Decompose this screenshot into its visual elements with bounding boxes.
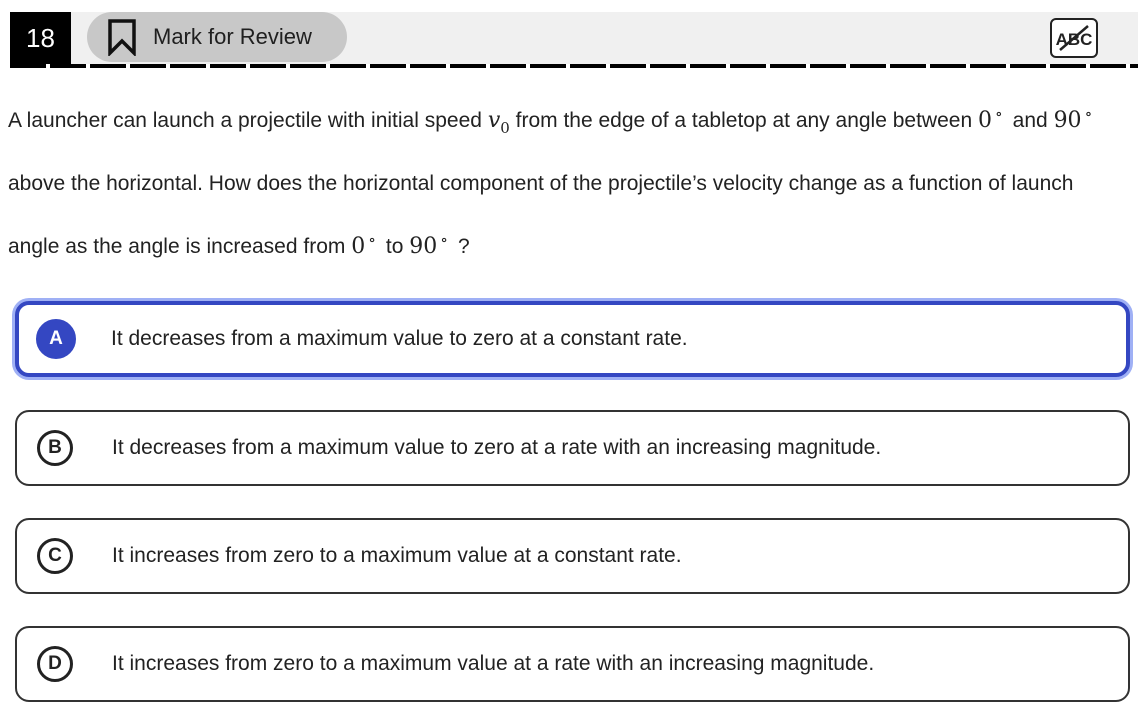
answer-option-c[interactable]: C It increases from zero to a maximum va… [15, 518, 1130, 594]
option-text-c: It increases from zero to a maximum valu… [112, 544, 682, 567]
option-letter-c: C [37, 538, 73, 574]
question-page: 18 Mark for Review ABC A launcher can la… [0, 0, 1138, 708]
answer-option-b[interactable]: B It decreases from a maximum value to z… [15, 410, 1130, 486]
strikethrough-abc-icon: ABC [1056, 25, 1092, 51]
option-letter-a: A [36, 319, 76, 359]
question-number: 18 [10, 12, 71, 64]
option-letter-d: D [37, 646, 73, 682]
option-text-d: It increases from zero to a maximum valu… [112, 652, 875, 675]
question-text: A launcher can launch a projectile with … [8, 109, 482, 132]
answer-option-d[interactable]: D It increases from zero to a maximum va… [15, 626, 1130, 702]
question-header: 18 Mark for Review ABC [10, 12, 1138, 64]
question-text: to [385, 235, 404, 258]
angle-to: 90 ∘ [409, 230, 449, 259]
answer-option-a[interactable]: A It decreases from a maximum value to z… [15, 301, 1130, 377]
question-text: above the horizontal. How does the horiz… [8, 172, 1074, 258]
mark-for-review-label: Mark for Review [153, 24, 312, 49]
angle-max: 90 ∘ [1053, 104, 1093, 133]
bookmark-icon [107, 17, 139, 57]
option-text-b: It decreases from a maximum value to zer… [112, 436, 882, 459]
mark-for-review-button[interactable]: Mark for Review [87, 12, 347, 62]
question-text: from the edge of a tabletop at any angle… [515, 109, 973, 132]
angle-from: 0 ∘ [351, 230, 377, 259]
question-stem: A launcher can launch a projectile with … [8, 86, 1130, 275]
option-text-a: It decreases from a maximum value to zer… [111, 327, 688, 350]
angle-min: 0 ∘ [977, 104, 1003, 133]
question-text: ? [457, 235, 470, 258]
option-letter-b: B [37, 430, 73, 466]
initial-speed-variable: v0 [487, 108, 510, 137]
answer-eliminator-button[interactable]: ABC [1050, 18, 1098, 58]
header-divider [10, 64, 1138, 68]
question-text: and [1012, 109, 1048, 132]
